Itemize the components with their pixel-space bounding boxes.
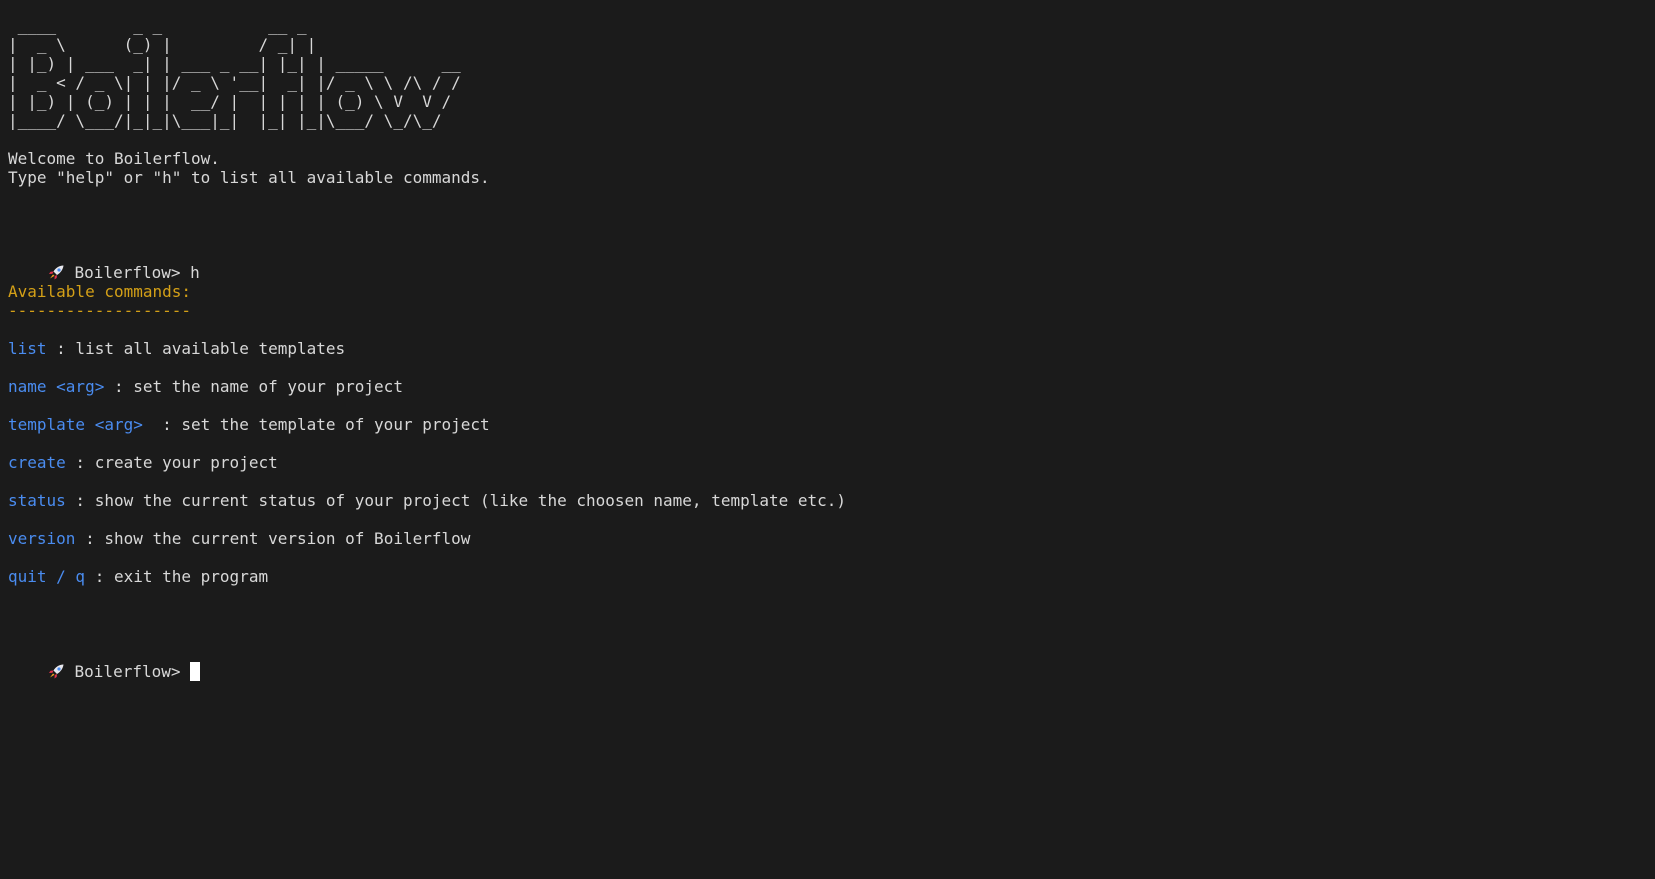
commands-heading-underline: ------------------- <box>8 301 192 320</box>
command-item-create: create : create your project <box>8 453 1655 472</box>
prompt-line: Boilerflow> h <box>8 244 1655 282</box>
command-name: list <box>8 339 47 358</box>
rocket-icon <box>48 265 64 280</box>
command-name: version <box>8 529 76 548</box>
prompt-label: Boilerflow> <box>74 662 181 681</box>
terminal-window[interactable]: ____ _ _ __ _ | _ \ (_) | / _| | | |_) |… <box>0 0 1655 879</box>
command-item-list: list : list all available templates <box>8 339 1655 358</box>
command-item-quit: quit / q : exit the program <box>8 567 1655 586</box>
command-name: name <arg> <box>8 377 105 396</box>
command-description: : list all available templates <box>46 339 346 358</box>
prompt-input: h <box>190 263 200 282</box>
command-description: : show the current version of Boilerflow <box>75 529 471 548</box>
command-description: : set the name of your project <box>104 377 403 396</box>
command-item-status: status : show the current status of your… <box>8 491 1655 510</box>
welcome-message: Welcome to Boilerflow. <box>8 149 220 168</box>
prompt-label: Boilerflow> <box>74 263 181 282</box>
command-item-name: name <arg> : set the name of your projec… <box>8 377 1655 396</box>
command-description: : show the current status of your projec… <box>65 491 847 510</box>
commands-heading: Available commands: <box>8 282 192 301</box>
command-name: template <arg> <box>8 415 143 434</box>
command-name: create <box>8 453 66 472</box>
command-name: quit / q <box>8 567 86 586</box>
command-description: : set the template of your project <box>142 415 490 434</box>
help-hint: Type "help" or "h" to list all available… <box>8 168 490 187</box>
active-prompt-line[interactable]: Boilerflow> <box>8 643 1655 681</box>
rocket-icon <box>48 664 64 679</box>
command-name: status <box>8 491 66 510</box>
command-description: : create your project <box>65 453 278 472</box>
command-item-template: template <arg> : set the template of you… <box>8 415 1655 434</box>
ascii-banner: ____ _ _ __ _ | _ \ (_) | / _| | | |_) |… <box>8 16 461 130</box>
command-item-version: version : show the current version of Bo… <box>8 529 1655 548</box>
text-cursor[interactable] <box>190 662 201 681</box>
command-description: : exit the program <box>85 567 269 586</box>
